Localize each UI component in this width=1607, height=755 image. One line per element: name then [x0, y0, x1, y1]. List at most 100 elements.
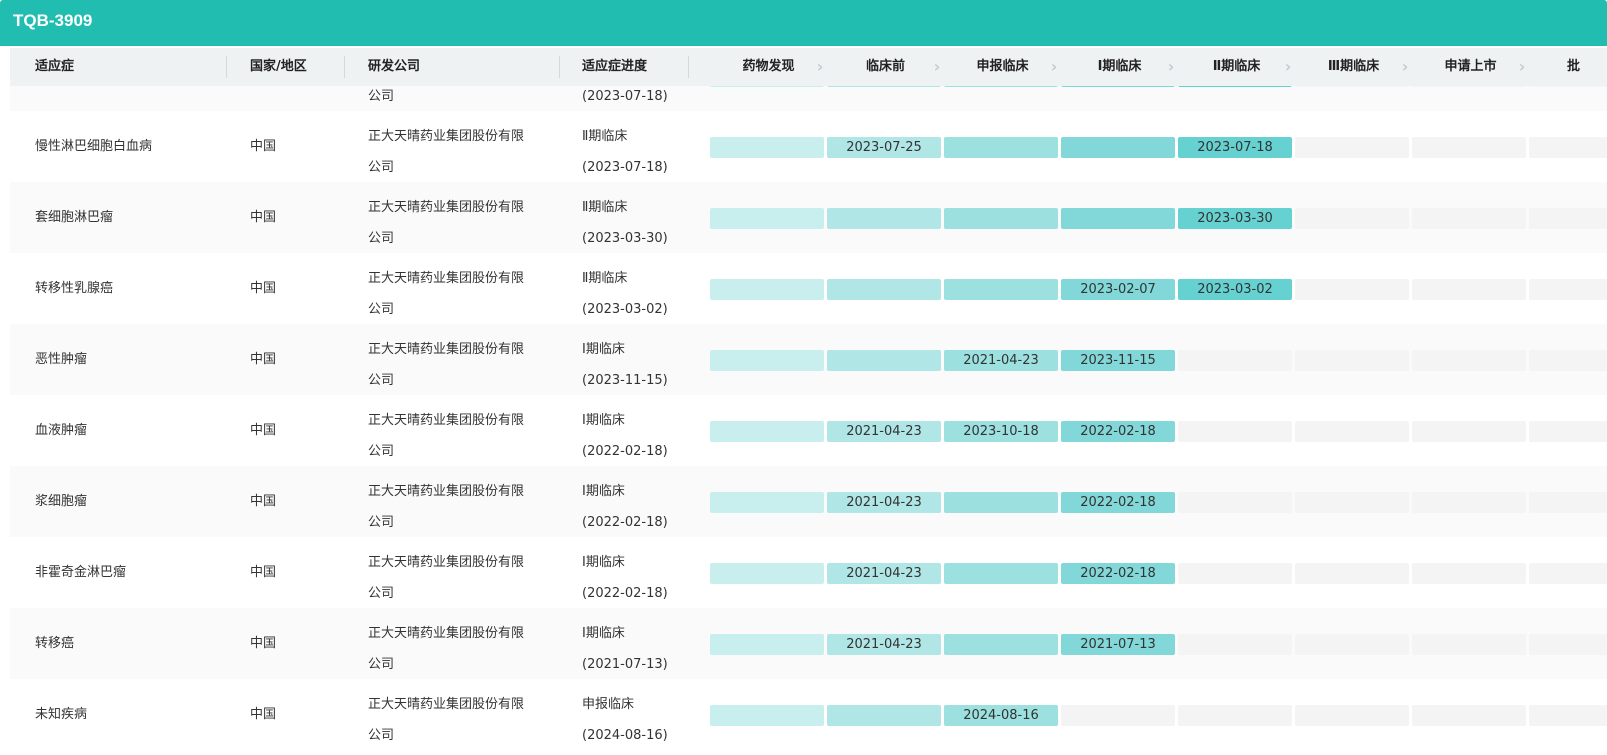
progress-stage: Ⅱ期临床 — [582, 271, 628, 286]
indication-cell: 转移癌 — [35, 636, 75, 651]
country-cell: 中国 — [250, 636, 277, 651]
header-company[interactable]: 研发公司 — [368, 48, 420, 86]
header-country[interactable]: 国家/地区 — [250, 48, 307, 86]
chevron-right-icon: › — [1050, 57, 1058, 76]
stage-header-label: 申报临床 — [976, 59, 1029, 74]
table-row[interactable]: 未知疾病 中国 正大天晴药业集团股份有限 公司 申报临床 (2024-08-16) 2024… — [10, 679, 1607, 750]
company-line: 正大天晴药业集团股份有限 — [368, 555, 525, 570]
header-progress[interactable]: 适应症进度 — [582, 48, 647, 86]
country-cell: 中国 — [250, 423, 277, 438]
stage-cell — [1295, 634, 1409, 655]
stage-header-label: 药物发现 — [742, 59, 795, 74]
company-line: 正大天晴药业集团股份有限 — [368, 484, 525, 499]
stage-header: 申报临床 › — [944, 48, 1061, 86]
stage-cell — [1178, 634, 1292, 655]
country-cell: 中国 — [250, 494, 277, 509]
table-row[interactable]: 非霍奇金淋巴瘤 中国 正大天晴药业集团股份有限 公司 Ⅰ期临床 (2022-02-18) 2… — [10, 537, 1607, 608]
company-line: 公司 — [368, 515, 395, 530]
progress-date: (2023-03-02) — [582, 302, 668, 317]
stage-cell — [1529, 208, 1607, 229]
stage-cell: 2021-04-23 — [827, 634, 941, 655]
progress-cell: Ⅰ期临床 (2022-02-18) — [582, 405, 668, 467]
stage-cell — [1412, 492, 1526, 513]
table-row[interactable]: 血液肿瘤 中国 正大天晴药业集团股份有限 公司 Ⅰ期临床 (2022-02-18) 2021… — [10, 395, 1607, 466]
header-indication[interactable]: 适应症 — [35, 48, 74, 86]
progress-stage: Ⅰ期临床 — [582, 555, 625, 570]
company-cell: 正大天晴药业集团股份有限 公司 — [368, 263, 548, 325]
progress-stage: Ⅱ期临床 — [582, 200, 628, 215]
stage-header-label: Ⅱ期临床 — [1212, 59, 1261, 74]
stage-cell — [710, 208, 824, 229]
stage-cell — [1412, 705, 1526, 726]
stage-cell — [1529, 350, 1607, 371]
progress-cell: Ⅱ期临床 (2023-03-30) — [582, 192, 668, 254]
stage-cell — [1529, 86, 1607, 87]
stage-cell: 2023-02-07 — [1061, 279, 1175, 300]
stage-header: 批 — [1529, 48, 1589, 86]
company-cell: 正大天晴药业集团股份有限 公司 — [368, 334, 548, 396]
company-line: 正大天晴药业集团股份有限 — [368, 697, 525, 712]
table-body[interactable]: 公司 (2023-07-18) 慢性淋巴细胞白血病 中国 正大天晴药业集团股份有限 公司 Ⅱ… — [10, 86, 1607, 755]
drug-title: TQB-3909 — [13, 11, 93, 30]
stage-cell — [944, 137, 1058, 158]
column-divider — [226, 56, 227, 78]
company-line: 正大天晴药业集团股份有限 — [368, 129, 525, 144]
table-header: 适应症 国家/地区 研发公司 适应症进度 药物发现 › 临床前 › 申报临床 › Ⅰ期临床 ›… — [10, 48, 1607, 86]
stage-header-label: 临床前 — [865, 59, 905, 74]
stage-header-label: 申请上市 — [1444, 59, 1497, 74]
table-row[interactable]: 慢性淋巴细胞白血病 中国 正大天晴药业集团股份有限 公司 Ⅱ期临床 (2023-07-18… — [10, 111, 1607, 182]
table-row[interactable]: 套细胞淋巴瘤 中国 正大天晴药业集团股份有限 公司 Ⅱ期临床 (2023-03-30) 20… — [10, 182, 1607, 253]
stage-cell — [944, 634, 1058, 655]
stage-cell — [1295, 350, 1409, 371]
stage-cell — [710, 492, 824, 513]
indication-cell: 非霍奇金淋巴瘤 — [35, 565, 127, 580]
indication-cell: 浆细胞瘤 — [35, 494, 88, 509]
progress-date: (2024-08-16) — [582, 728, 668, 743]
stage-cell — [1295, 137, 1409, 158]
stage-header: 申请上市 › — [1412, 48, 1529, 86]
table-row[interactable]: 转移性乳腺癌 中国 正大天晴药业集团股份有限 公司 Ⅱ期临床 (2023-03-02) 20… — [10, 253, 1607, 324]
stage-cell — [1178, 705, 1292, 726]
stage-header-label: 批 — [1567, 59, 1581, 74]
stage-cell: 2023-10-18 — [944, 421, 1058, 442]
company-line: 公司 — [368, 728, 395, 743]
company-cell: 公司 — [368, 89, 395, 104]
company-line: 公司 — [368, 231, 395, 246]
company-line: 正大天晴药业集团股份有限 — [368, 342, 525, 357]
chevron-right-icon: › — [1284, 57, 1292, 76]
country-cell: 中国 — [250, 139, 277, 154]
stage-cell — [944, 563, 1058, 584]
stage-cell — [1295, 279, 1409, 300]
stage-cell — [1295, 705, 1409, 726]
stage-cell — [1412, 634, 1526, 655]
stage-cell — [1178, 492, 1292, 513]
stage-cell — [944, 279, 1058, 300]
table-row[interactable]: 浆细胞瘤 中国 正大天晴药业集团股份有限 公司 Ⅰ期临床 (2022-02-18) 2021… — [10, 466, 1607, 537]
table-row[interactable]: 恶性肿瘤 中国 正大天晴药业集团股份有限 公司 Ⅰ期临床 (2023-11-15) 2021… — [10, 324, 1607, 395]
company-line: 公司 — [368, 373, 395, 388]
progress-date: (2023-07-18) — [582, 89, 668, 104]
stage-header-label: Ⅰ期临床 — [1097, 59, 1142, 74]
stage-cell: 2021-04-23 — [827, 563, 941, 584]
stage-cell — [1061, 208, 1175, 229]
stage-cell — [944, 492, 1058, 513]
company-line: 正大天晴药业集团股份有限 — [368, 413, 525, 428]
stage-header: 药物发现 › — [710, 48, 827, 86]
progress-cell: Ⅰ期临床 (2021-07-13) — [582, 618, 668, 680]
stage-cell — [1412, 279, 1526, 300]
progress-cell: Ⅱ期临床 (2023-03-02) — [582, 263, 668, 325]
stage-header: Ⅲ期临床 › — [1295, 48, 1412, 86]
progress-stage: Ⅰ期临床 — [582, 626, 625, 641]
table-row[interactable]: 转移癌 中国 正大天晴药业集团股份有限 公司 Ⅰ期临床 (2021-07-13) 2021-… — [10, 608, 1607, 679]
progress-stage: Ⅰ期临床 — [582, 342, 625, 357]
company-cell: 正大天晴药业集团股份有限 公司 — [368, 476, 548, 538]
progress-cell: 申报临床 (2024-08-16) — [582, 689, 668, 751]
stage-cell — [710, 421, 824, 442]
stage-cell — [1061, 86, 1175, 87]
stage-cell — [1061, 137, 1175, 158]
progress-date: (2022-02-18) — [582, 586, 668, 601]
table-row-partial: 公司 (2023-07-18) — [10, 86, 1607, 111]
progress-date: (2021-07-13) — [582, 657, 668, 672]
stage-cell — [1412, 137, 1526, 158]
stage-cell — [827, 208, 941, 229]
